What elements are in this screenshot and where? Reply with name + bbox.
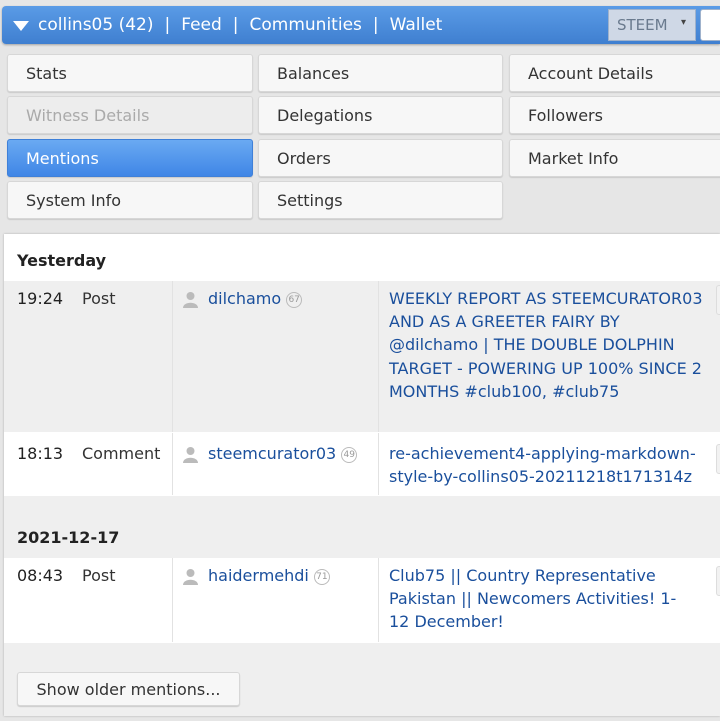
caret-down-icon[interactable] xyxy=(13,21,29,31)
nav-separator: | xyxy=(232,15,239,35)
column-divider xyxy=(172,281,173,432)
reputation-badge: 67 xyxy=(286,292,303,308)
search-input[interactable] xyxy=(700,9,720,41)
nav-separator: | xyxy=(372,15,379,35)
row-action-tab[interactable] xyxy=(716,566,720,596)
menu-witness-details: Witness Details xyxy=(7,96,253,134)
menu-account-details[interactable]: Account Details xyxy=(509,54,720,92)
mention-title-link[interactable]: WEEKLY REPORT AS STEEMCURATOR03 AND AS A… xyxy=(389,287,709,403)
top-nav-bar: collins05 (42) | Feed | Communities | Wallet S… xyxy=(2,6,720,44)
user-icon xyxy=(183,447,198,463)
menu-orders[interactable]: Orders xyxy=(258,139,503,177)
menu-mentions[interactable]: Mentions xyxy=(7,139,253,177)
column-divider xyxy=(172,558,173,642)
mention-type: Comment xyxy=(82,444,161,463)
column-divider xyxy=(172,433,173,495)
menu-delegations[interactable]: Delegations xyxy=(258,96,503,134)
date-header: Yesterday xyxy=(17,251,107,270)
chevron-down-icon: ▾ xyxy=(680,17,686,28)
reputation-badge: 49 xyxy=(341,447,358,463)
mention-username[interactable]: dilchamo xyxy=(208,289,281,308)
menu-market-info[interactable]: Market Info xyxy=(509,139,720,177)
mention-user[interactable]: steemcurator03 49 xyxy=(208,444,358,463)
reputation-badge: 71 xyxy=(313,569,330,585)
row-action-tab[interactable] xyxy=(716,444,720,474)
mention-type: Post xyxy=(82,289,116,308)
show-older-mentions-button[interactable]: Show older mentions... xyxy=(17,672,240,706)
menu-balances[interactable]: Balances xyxy=(258,54,503,92)
chain-select-value: STEEM xyxy=(617,16,668,34)
user-icon xyxy=(183,292,198,308)
account-link[interactable]: collins05 (42) xyxy=(38,15,153,35)
feed-link[interactable]: Feed xyxy=(181,15,222,35)
group-spacer xyxy=(4,496,720,558)
row-action-tab[interactable] xyxy=(716,285,720,315)
mention-time: 18:13 xyxy=(17,444,64,463)
menu-settings[interactable]: Settings xyxy=(258,181,503,219)
mention-user[interactable]: haidermehdi 71 xyxy=(208,566,330,585)
nav-separator: | xyxy=(164,15,171,35)
mention-title-link[interactable]: Club75 || Country Representative Pakista… xyxy=(389,564,689,634)
mention-time: 08:43 xyxy=(17,566,64,585)
menu-system-info[interactable]: System Info xyxy=(7,181,253,219)
column-divider xyxy=(378,281,379,432)
wallet-link[interactable]: Wallet xyxy=(390,15,443,35)
user-icon xyxy=(183,569,198,585)
mention-title-link[interactable]: re-achievement4-applying-markdown-style-… xyxy=(389,442,699,488)
mention-username[interactable]: haidermehdi xyxy=(208,566,309,585)
mention-user[interactable]: dilchamo 67 xyxy=(208,289,303,308)
mention-type: Post xyxy=(82,566,116,585)
mention-time: 19:24 xyxy=(17,289,64,308)
date-header: 2021-12-17 xyxy=(17,528,120,547)
menu-stats[interactable]: Stats xyxy=(7,54,253,92)
column-divider xyxy=(378,433,379,495)
column-divider xyxy=(378,558,379,642)
mention-username[interactable]: steemcurator03 xyxy=(208,444,336,463)
chain-select[interactable]: STEEM ▾ xyxy=(608,9,696,41)
menu-followers[interactable]: Followers xyxy=(509,96,720,134)
main-nav: collins05 (42) | Feed | Communities | Wallet xyxy=(38,15,442,35)
communities-link[interactable]: Communities xyxy=(250,15,362,35)
